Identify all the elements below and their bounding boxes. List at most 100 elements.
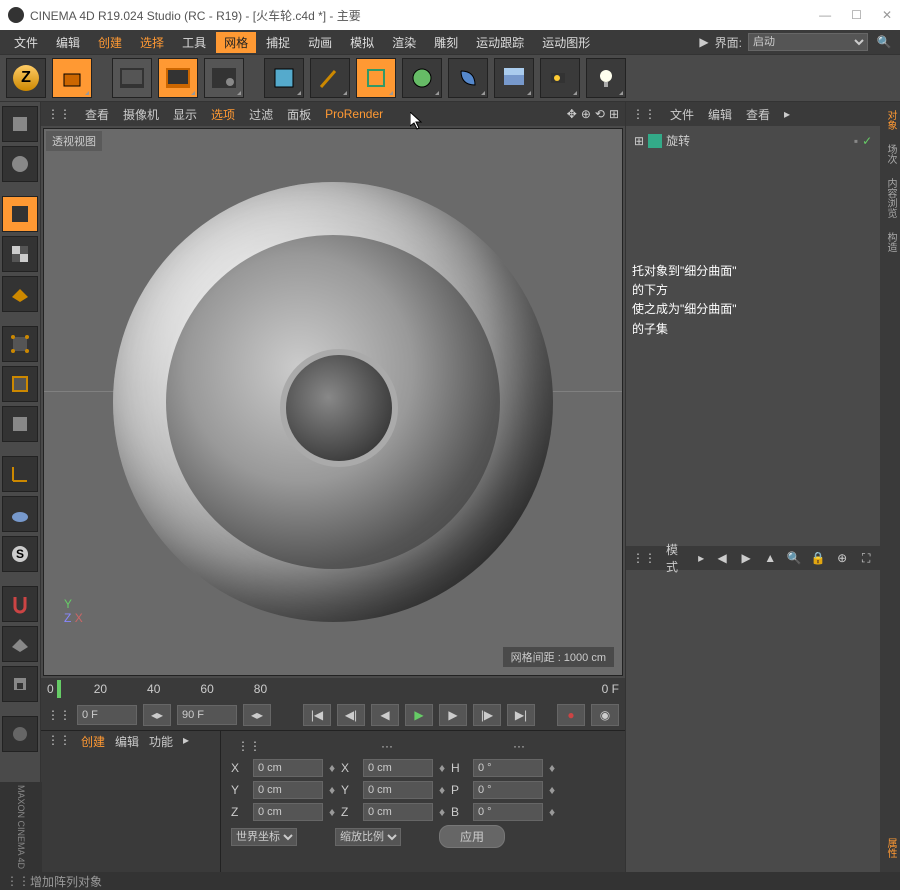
- search-icon[interactable]: 🔍: [786, 551, 802, 566]
- generator-icon[interactable]: [402, 58, 442, 98]
- point-mode-icon[interactable]: [2, 326, 38, 362]
- visibility-dot-icon[interactable]: ▪: [854, 134, 858, 148]
- menu-create[interactable]: 创建: [90, 32, 130, 53]
- vp-prorender[interactable]: ProRender: [325, 107, 383, 121]
- back-icon[interactable]: ◀: [714, 551, 730, 566]
- menu-edit[interactable]: 编辑: [48, 32, 88, 53]
- side-tab-takes[interactable]: 场次: [882, 140, 898, 168]
- side-tab-objects[interactable]: 对象: [882, 106, 898, 134]
- render-settings-icon[interactable]: [204, 58, 244, 98]
- new-icon[interactable]: ⊕: [834, 551, 850, 566]
- node-label[interactable]: 旋转: [666, 132, 690, 149]
- start-frame-input[interactable]: [77, 705, 137, 725]
- tree-node-lathe[interactable]: ⊞ 旋转 ▪ ✓: [632, 130, 874, 151]
- menu-file[interactable]: 文件: [6, 32, 46, 53]
- grip-icon[interactable]: ⋮⋮: [237, 739, 261, 753]
- rot-b-input[interactable]: [473, 803, 543, 821]
- maximize-button[interactable]: ☐: [851, 8, 862, 22]
- rot-h-input[interactable]: [473, 759, 543, 777]
- expand-icon[interactable]: ⊞: [634, 134, 644, 148]
- menu-render[interactable]: 渲染: [384, 32, 424, 53]
- vp-display[interactable]: 显示: [173, 106, 197, 123]
- locked-workplane-icon[interactable]: [2, 626, 38, 662]
- obj-tab-edit[interactable]: 编辑: [708, 106, 732, 123]
- attr-tab-create[interactable]: 创建: [81, 733, 105, 750]
- camera-icon[interactable]: [540, 58, 580, 98]
- grip-icon[interactable]: ⋮⋮: [632, 551, 656, 565]
- size-z-input[interactable]: [363, 803, 433, 821]
- close-button[interactable]: ✕: [882, 8, 892, 22]
- misc-tool-icon[interactable]: [2, 716, 38, 752]
- obj-tab-view[interactable]: 查看: [746, 106, 770, 123]
- viewport[interactable]: 透视视图 Y Z X 网格间距 : 1000 cm: [43, 128, 623, 676]
- vp-camera[interactable]: 摄像机: [123, 106, 159, 123]
- search-icon[interactable]: 🔍: [874, 35, 894, 49]
- wheel-object[interactable]: [113, 182, 553, 622]
- chevron-right-icon[interactable]: ▸: [698, 551, 704, 565]
- make-editable-icon[interactable]: [2, 106, 38, 142]
- undo-icon[interactable]: Z: [6, 58, 46, 98]
- record-button[interactable]: ●: [557, 704, 585, 726]
- autokey-button[interactable]: ◉: [591, 704, 619, 726]
- vp-filter[interactable]: 过滤: [249, 106, 273, 123]
- obj-tab-file[interactable]: 文件: [670, 106, 694, 123]
- render-region-icon[interactable]: [158, 58, 198, 98]
- timeline[interactable]: 0 20 40 60 80 0 F: [41, 678, 625, 700]
- symmetry-lock-icon[interactable]: [2, 666, 38, 702]
- menu-motiontrack[interactable]: 运动跟踪: [468, 32, 532, 53]
- rot-p-input[interactable]: [473, 781, 543, 799]
- next-frame-button[interactable]: ▶: [439, 704, 467, 726]
- vp-rotate-icon[interactable]: ⟲: [595, 107, 605, 121]
- lock-icon[interactable]: 🔒: [810, 551, 826, 566]
- environment-icon[interactable]: [494, 58, 534, 98]
- layout-dropdown[interactable]: 启动: [748, 33, 868, 51]
- workplane-icon[interactable]: [2, 276, 38, 312]
- enable-check-icon[interactable]: ✓: [862, 134, 872, 148]
- chevron-right-icon[interactable]: ▸: [784, 107, 790, 121]
- maximize-icon[interactable]: ⛶: [858, 551, 874, 566]
- grip-icon[interactable]: ⋮⋮: [47, 733, 71, 750]
- edge-mode-icon[interactable]: [2, 366, 38, 402]
- size-y-input[interactable]: [363, 781, 433, 799]
- end-frame-input[interactable]: [177, 705, 237, 725]
- light-icon[interactable]: [586, 58, 626, 98]
- side-tab-structure[interactable]: 构造: [882, 228, 898, 256]
- texture-mode-icon[interactable]: [2, 236, 38, 272]
- menu-sculpt[interactable]: 雕刻: [426, 32, 466, 53]
- subdivision-surface-icon[interactable]: [356, 58, 396, 98]
- pen-spline-icon[interactable]: [310, 58, 350, 98]
- forward-icon[interactable]: ▶: [738, 551, 754, 566]
- side-tab-attr[interactable]: 属性: [882, 834, 898, 862]
- live-select-icon[interactable]: [52, 58, 92, 98]
- coord-world-select[interactable]: 世界坐标: [231, 828, 297, 846]
- size-x-input[interactable]: [363, 759, 433, 777]
- pos-z-input[interactable]: [253, 803, 323, 821]
- vp-panel[interactable]: 面板: [287, 106, 311, 123]
- menu-animate[interactable]: 动画: [300, 32, 340, 53]
- attr-tab-function[interactable]: 功能: [149, 733, 173, 750]
- timeline-playhead[interactable]: [57, 680, 61, 698]
- spin-up-icon[interactable]: ◂▸: [143, 704, 171, 726]
- vp-move-icon[interactable]: ✥: [567, 107, 577, 121]
- render-view-icon[interactable]: [112, 58, 152, 98]
- object-mode-icon[interactable]: [2, 196, 38, 232]
- menu-mesh[interactable]: 网格: [216, 32, 256, 53]
- prev-key-button[interactable]: ◀|: [337, 704, 365, 726]
- chevron-right-icon[interactable]: ▸: [183, 733, 189, 750]
- go-start-button[interactable]: |◀: [303, 704, 331, 726]
- apply-button[interactable]: 应用: [439, 825, 505, 848]
- pos-x-input[interactable]: [253, 759, 323, 777]
- scale-mode-select[interactable]: 缩放比例: [335, 828, 401, 846]
- vp-options[interactable]: 选项: [211, 106, 235, 123]
- menu-tools[interactable]: 工具: [174, 32, 214, 53]
- vp-maximize-icon[interactable]: ⊞: [609, 107, 619, 121]
- soft-select-icon[interactable]: [2, 496, 38, 532]
- grip-icon[interactable]: ⋮⋮: [632, 107, 656, 121]
- minimize-button[interactable]: —: [819, 8, 831, 22]
- grip-icon[interactable]: ⋮⋮: [47, 107, 71, 121]
- pos-y-input[interactable]: [253, 781, 323, 799]
- next-key-button[interactable]: |▶: [473, 704, 501, 726]
- side-tab-browser[interactable]: 内容浏览: [882, 174, 898, 222]
- vp-zoom-icon[interactable]: ⊕: [581, 107, 591, 121]
- play-button[interactable]: ▶: [405, 704, 433, 726]
